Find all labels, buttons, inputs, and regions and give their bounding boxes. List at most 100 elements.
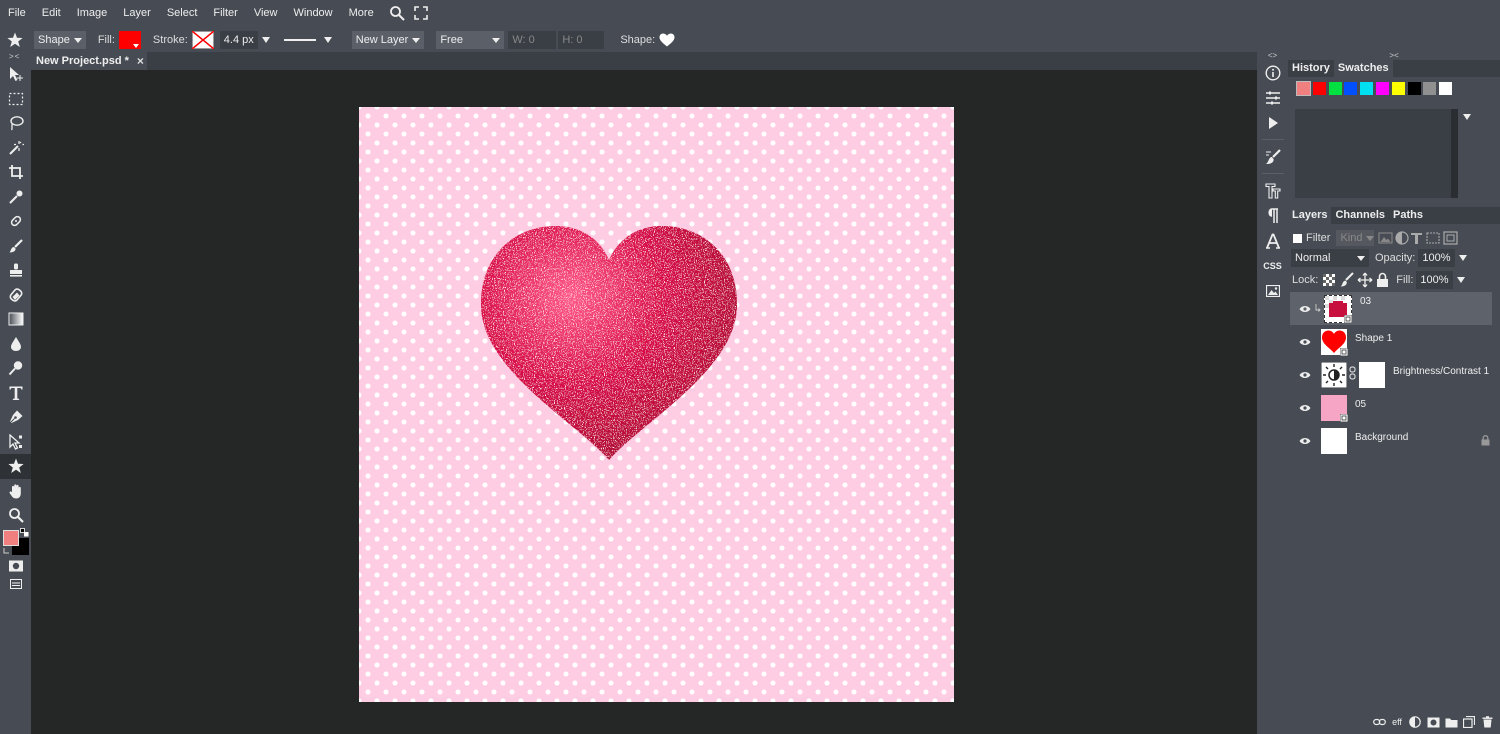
eyedropper-tool-icon[interactable] [0, 185, 31, 210]
fill-color-swatch[interactable] [118, 31, 141, 49]
hand-tool-icon[interactable] [0, 479, 31, 504]
foreground-color-swatch[interactable] [3, 529, 19, 546]
new-group-folder-icon[interactable] [1444, 715, 1458, 729]
constraint-dropdown[interactable]: Free [436, 31, 505, 49]
stroke-width-dropdown-icon[interactable] [261, 37, 270, 43]
document-tab[interactable]: New Project.psd * × [31, 52, 147, 70]
tab-channels[interactable]: Channels [1331, 207, 1389, 224]
stroke-style-dropdown[interactable] [283, 37, 336, 43]
image-panel-icon[interactable] [1257, 278, 1288, 303]
magic-wand-tool-icon[interactable] [0, 136, 31, 161]
swatch[interactable] [1344, 82, 1358, 95]
crop-tool-icon[interactable] [0, 160, 31, 185]
menu-window[interactable]: Window [286, 0, 341, 26]
menu-image[interactable]: Image [69, 0, 116, 26]
character-icon[interactable] [1257, 178, 1288, 203]
height-field[interactable]: H: 0 [558, 31, 605, 49]
move-tool-icon[interactable] [0, 62, 31, 87]
quick-mask-icon[interactable] [0, 556, 31, 576]
pen-tool-icon[interactable] [0, 405, 31, 430]
path-select-tool-icon[interactable] [0, 430, 31, 455]
layer-row-shape-1[interactable]: Shape 1 [1290, 325, 1492, 358]
search-icon[interactable] [388, 4, 406, 22]
add-mask-icon[interactable] [1426, 715, 1440, 729]
blend-mode-dropdown[interactable]: Normal [1291, 249, 1369, 267]
menu-filter[interactable]: Filter [205, 0, 245, 26]
canvas[interactable] [359, 107, 954, 702]
properties-icon[interactable] [1257, 85, 1288, 110]
paragraph-icon[interactable] [1257, 203, 1288, 228]
screen-mode-icon[interactable] [0, 576, 31, 592]
scrollbar[interactable] [1451, 109, 1458, 198]
swatch[interactable] [1439, 82, 1453, 95]
heart-shape-picker-icon[interactable] [659, 33, 675, 47]
layer-row-03[interactable]: 03 [1290, 292, 1492, 325]
eye-icon[interactable] [1296, 401, 1314, 415]
new-layer-icon[interactable] [1462, 715, 1476, 729]
swatch[interactable] [1423, 82, 1437, 95]
brush-settings-icon[interactable] [1257, 144, 1288, 169]
collapse-toolbar-icon[interactable]: >< [0, 52, 31, 62]
adjustment-layer-icon[interactable] [1408, 715, 1422, 729]
zoom-tool-icon[interactable] [0, 503, 31, 528]
eye-icon[interactable] [1296, 302, 1314, 316]
menu-select[interactable]: Select [159, 0, 206, 26]
swatch[interactable] [1375, 82, 1389, 95]
kind-dropdown[interactable]: Kind [1336, 230, 1375, 246]
opacity-input[interactable]: 100% [1418, 249, 1455, 267]
lock-options-icons[interactable] [1322, 272, 1390, 288]
dodge-tool-icon[interactable] [0, 356, 31, 381]
info-icon[interactable] [1257, 60, 1288, 85]
brush-tool-icon[interactable] [0, 234, 31, 259]
layer-row-brightness-contrast-1[interactable]: Brightness/Contrast 1 [1290, 358, 1492, 391]
menu-file[interactable]: File [0, 0, 34, 26]
healing-brush-tool-icon[interactable] [0, 209, 31, 234]
layer-fill-input[interactable]: 100% [1416, 271, 1453, 289]
tab-paths[interactable]: Paths [1389, 207, 1427, 224]
layer-mode-dropdown[interactable]: New Layer [351, 31, 425, 49]
swatch[interactable] [1407, 82, 1421, 95]
stroke-color-swatch[interactable] [191, 31, 214, 49]
blur-tool-icon[interactable] [0, 332, 31, 357]
swatches-area[interactable] [1295, 109, 1458, 198]
menu-more[interactable]: More [341, 0, 382, 26]
tab-history[interactable]: History [1288, 60, 1334, 77]
layer-row-05[interactable]: 05 [1290, 391, 1492, 424]
tab-swatches[interactable]: Swatches [1333, 60, 1393, 77]
menu-layer[interactable]: Layer [115, 0, 159, 26]
delete-layer-trash-icon[interactable] [1480, 715, 1494, 729]
fullscreen-icon[interactable] [412, 4, 430, 22]
text-tool-icon[interactable] [0, 381, 31, 406]
layer-row-background[interactable]: Background [1290, 424, 1492, 457]
shape-tool-star-icon[interactable] [0, 454, 31, 479]
marquee-tool-icon[interactable] [0, 87, 31, 112]
collapse-panels-icon[interactable]: >< [1288, 52, 1500, 60]
actions-play-icon[interactable] [1257, 110, 1288, 135]
eye-icon[interactable] [1296, 368, 1314, 382]
fill-slider-icon[interactable] [1456, 277, 1465, 283]
filter-kind-icons[interactable] [1378, 231, 1459, 245]
tab-layers[interactable]: Layers [1288, 207, 1332, 224]
opacity-slider-icon[interactable] [1458, 255, 1467, 261]
stroke-width-input[interactable]: 4.4 px [219, 31, 258, 49]
eye-icon[interactable] [1296, 335, 1314, 349]
width-field[interactable]: W: 0 [508, 31, 557, 49]
menu-edit[interactable]: Edit [34, 0, 69, 26]
default-colors-icon[interactable] [3, 547, 12, 556]
swap-colors-icon[interactable] [20, 527, 29, 537]
menu-view[interactable]: View [246, 0, 286, 26]
layer-effects-button[interactable]: eff [1390, 715, 1404, 729]
stamp-tool-icon[interactable] [0, 258, 31, 283]
eraser-tool-icon[interactable] [0, 283, 31, 308]
filter-checkbox[interactable] [1293, 233, 1302, 243]
shape-mode-dropdown[interactable]: Shape [34, 31, 86, 49]
eye-icon[interactable] [1296, 434, 1314, 448]
link-layers-icon[interactable] [1372, 715, 1386, 729]
close-icon[interactable]: × [137, 54, 144, 68]
swatch[interactable] [1312, 82, 1326, 95]
css-panel-button[interactable]: CSS [1257, 253, 1288, 278]
swatches-menu-icon[interactable] [1463, 114, 1471, 120]
gradient-tool-icon[interactable] [0, 307, 31, 332]
link-icon[interactable] [1349, 366, 1357, 383]
swatch[interactable] [1391, 82, 1405, 95]
